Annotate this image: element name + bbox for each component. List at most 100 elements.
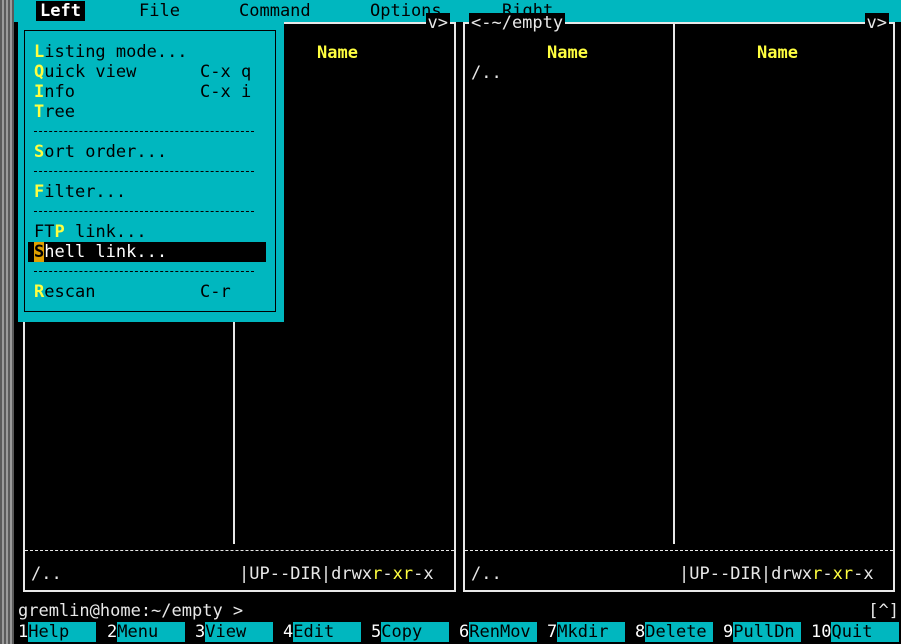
fkey-number: 4 bbox=[283, 622, 294, 642]
right-panel-chevron[interactable]: v> bbox=[864, 13, 889, 33]
menu-separator bbox=[34, 171, 254, 172]
fkey-number: 8 bbox=[635, 622, 646, 642]
window-edge bbox=[0, 0, 14, 644]
function-key-bar: 1Help 2Menu 3View 4Edit 5Copy 6RenMov 7M… bbox=[18, 622, 901, 644]
fkey-pulldn[interactable]: 9PullDn bbox=[723, 622, 802, 644]
right-status-separator bbox=[465, 550, 893, 551]
fkey-edit[interactable]: 4Edit bbox=[283, 622, 362, 644]
hotkey-i: I bbox=[34, 82, 45, 102]
fkey-label: Copy bbox=[381, 622, 450, 642]
fkey-renmov[interactable]: 6RenMov bbox=[459, 622, 538, 644]
left-column-header[interactable]: Name bbox=[317, 43, 358, 63]
right-status-name: /.. bbox=[471, 564, 502, 584]
menu-item-rescan[interactable]: Rescan C-r bbox=[34, 282, 266, 302]
left-status-updir: UP--DIR bbox=[249, 564, 321, 584]
left-perm-prefix: drwx bbox=[331, 564, 373, 584]
fkey-number: 3 bbox=[195, 622, 206, 642]
right-panel-path[interactable]: <-~/empty bbox=[469, 13, 566, 33]
right-column-divider bbox=[673, 24, 675, 544]
right-perm-prefix: drwx bbox=[771, 564, 813, 584]
fkey-label: RenMov bbox=[469, 622, 538, 642]
left-perm-dash: - bbox=[382, 564, 393, 584]
fkey-label: Delete bbox=[645, 622, 714, 642]
hotkey-s-selected: S bbox=[34, 242, 45, 262]
menu-command[interactable]: Command bbox=[239, 1, 311, 21]
left-status-separator bbox=[25, 550, 454, 551]
menu-item-label: hell link... bbox=[44, 242, 168, 262]
fkey-help[interactable]: 1Help bbox=[18, 622, 97, 644]
left-panel-chevron[interactable]: v> bbox=[425, 13, 450, 33]
menu-item-label: ort order... bbox=[44, 142, 168, 162]
hotkey-f: F bbox=[34, 182, 45, 202]
command-prompt[interactable]: gremlin@home:~/empty > bbox=[18, 601, 243, 621]
right-panel[interactable]: <-~/empty v> Name Name /.. /.. |UP--DIR|… bbox=[463, 13, 895, 592]
right-perm-r2: r bbox=[842, 564, 854, 584]
fkey-label: PullDn bbox=[733, 622, 802, 642]
fkey-label: Edit bbox=[293, 622, 362, 642]
right-perm-dash: - bbox=[822, 564, 833, 584]
right-column-header-1[interactable]: Name bbox=[547, 43, 588, 63]
menu-item-shortcut: C-x i bbox=[200, 82, 252, 102]
fkey-copy[interactable]: 5Copy bbox=[371, 622, 450, 644]
right-status-info: |UP--DIR|drwxr-xr-x bbox=[679, 564, 874, 584]
menu-left[interactable]: Left bbox=[36, 1, 85, 21]
hotkey-q: Q bbox=[34, 62, 45, 82]
menu-separator bbox=[34, 271, 254, 272]
fkey-menu[interactable]: 2Menu bbox=[107, 622, 186, 644]
hotkey-r: R bbox=[34, 282, 45, 302]
menu-item-label: isting mode... bbox=[44, 42, 188, 62]
fkey-number: 7 bbox=[547, 622, 558, 642]
menu-item-ftp-link[interactable]: FTP link... bbox=[34, 222, 266, 242]
right-status-updir: UP--DIR bbox=[689, 564, 761, 584]
fkey-label: Quit bbox=[831, 622, 900, 642]
menu-item-listing-mode[interactable]: Listing mode... bbox=[34, 42, 266, 62]
fkey-number: 6 bbox=[459, 622, 470, 642]
menu-item-label: ree bbox=[44, 102, 75, 122]
fkey-number: 9 bbox=[723, 622, 734, 642]
menu-item-info[interactable]: Info C-x i bbox=[34, 82, 266, 102]
left-perm-x1: x bbox=[392, 564, 403, 584]
fkey-label: Menu bbox=[117, 622, 186, 642]
left-perm-r1: r bbox=[372, 564, 383, 584]
menu-item-shortcut: C-r bbox=[200, 282, 231, 302]
right-perm-r1: r bbox=[812, 564, 823, 584]
right-perm-x1: x bbox=[832, 564, 843, 584]
menu-item-shell-link[interactable]: Shell link... bbox=[28, 242, 266, 262]
menu-item-label: ilter... bbox=[44, 182, 127, 202]
left-perm-tail: -x bbox=[413, 564, 434, 584]
menu-item-label: escan bbox=[44, 282, 96, 302]
fkey-number: 5 bbox=[371, 622, 382, 642]
left-perm-r2: r bbox=[402, 564, 414, 584]
fkey-label: View bbox=[205, 622, 274, 642]
menu-item-shortcut: C-x q bbox=[200, 62, 252, 82]
left-dropdown-menu: Listing mode... Quick view C-x q Info C-x … bbox=[18, 22, 284, 322]
menu-item-filter[interactable]: Filter... bbox=[34, 182, 266, 202]
fkey-label: Help bbox=[28, 622, 97, 642]
menu-item-label: link... bbox=[64, 222, 147, 242]
menu-item-label-prefix: FT bbox=[34, 222, 55, 242]
right-column-header-2[interactable]: Name bbox=[757, 43, 798, 63]
fkey-number: 1 bbox=[18, 622, 29, 642]
fkey-delete[interactable]: 8Delete bbox=[635, 622, 714, 644]
history-scroll-indicator[interactable]: [^] bbox=[868, 601, 899, 621]
menu-item-tree[interactable]: Tree bbox=[34, 102, 266, 122]
fkey-quit[interactable]: 10Quit bbox=[811, 622, 900, 644]
left-status-info: |UP--DIR|drwxr-xr-x bbox=[239, 564, 434, 584]
hotkey-l: L bbox=[34, 42, 45, 62]
right-perm-tail: -x bbox=[853, 564, 874, 584]
menu-item-quick-view[interactable]: Quick view C-x q bbox=[34, 62, 266, 82]
menu-file[interactable]: File bbox=[139, 1, 180, 21]
fkey-number: 2 bbox=[107, 622, 118, 642]
hotkey-p: P bbox=[54, 222, 65, 242]
menu-separator bbox=[34, 131, 254, 132]
right-entry-updir[interactable]: /.. bbox=[471, 63, 502, 83]
menu-item-label: uick view bbox=[44, 62, 137, 82]
menu-item-sort-order[interactable]: Sort order... bbox=[34, 142, 266, 162]
menu-item-label: nfo bbox=[44, 82, 75, 102]
fkey-mkdir[interactable]: 7Mkdir bbox=[547, 622, 626, 644]
fkey-view[interactable]: 3View bbox=[195, 622, 274, 644]
menubar: Left File Command Options Right bbox=[14, 0, 901, 22]
menu-separator bbox=[34, 211, 254, 212]
hotkey-s: S bbox=[34, 142, 45, 162]
fkey-label: Mkdir bbox=[557, 622, 626, 642]
